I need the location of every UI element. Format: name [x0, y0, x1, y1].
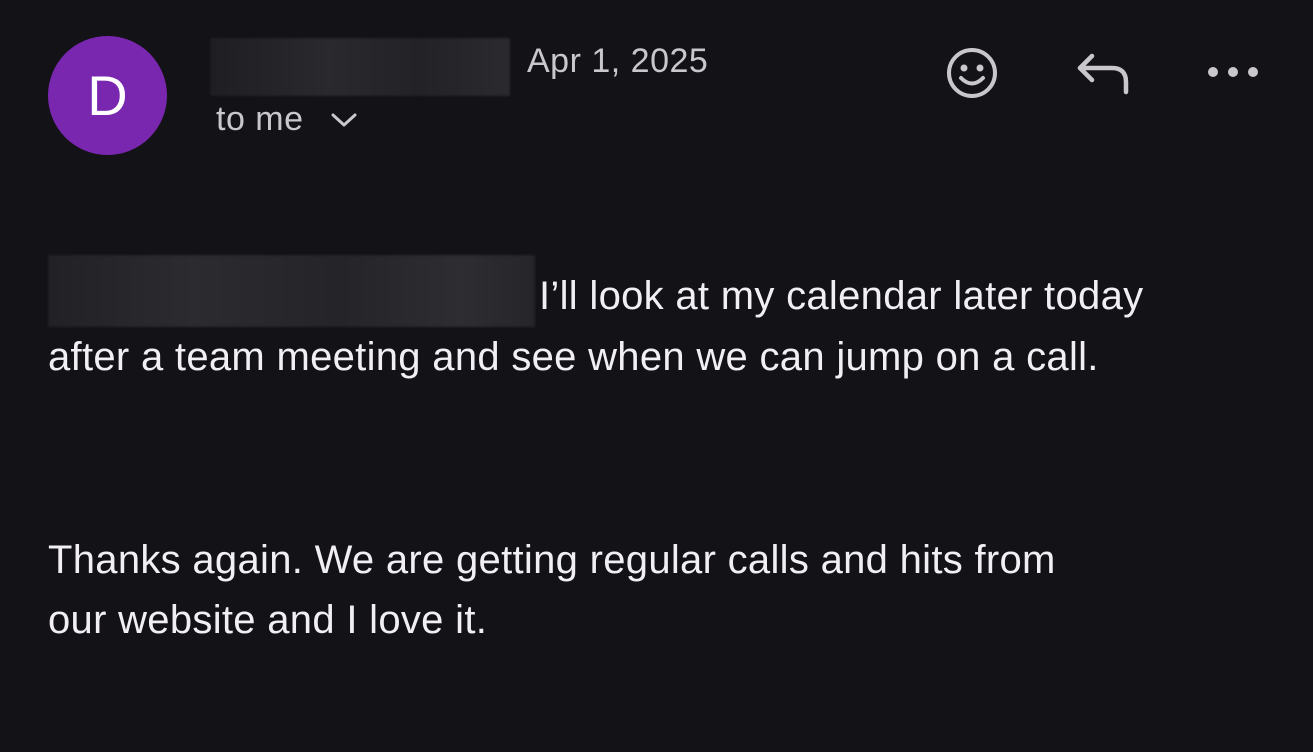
avatar[interactable]: D [48, 36, 167, 155]
message-line: I’ll look at my calendar later today [48, 255, 1143, 327]
message-date: Apr 1, 2025 [527, 42, 709, 80]
avatar-letter: D [87, 63, 128, 127]
message-paragraph: I’ll look at my calendar later today aft… [48, 255, 1143, 387]
add-reaction-button[interactable] [942, 43, 1002, 103]
message-line-text: I’ll look at my calendar later today [539, 274, 1144, 318]
message-paragraph: Thanks again. We are getting regular cal… [48, 530, 1056, 650]
recipient-label: to me [216, 100, 304, 138]
redacted-text [48, 255, 535, 327]
emoji-icon [947, 48, 997, 98]
sender-name-redacted[interactable] [210, 38, 510, 96]
reply-button[interactable] [1070, 43, 1136, 103]
more-options-button[interactable] [1203, 50, 1263, 94]
recipient-details-toggle[interactable]: to me [216, 100, 358, 139]
more-horizontal-icon [1208, 67, 1258, 77]
message-line: after a team meeting and see when we can… [48, 335, 1099, 379]
message-line: Thanks again. We are getting regular cal… [48, 538, 1056, 582]
message-line: our website and I love it. [48, 598, 488, 642]
chevron-down-icon[interactable] [330, 106, 358, 134]
reply-icon [1077, 53, 1129, 95]
email-message-view: D Apr 1, 2025 to me I’ll look at my cale… [0, 0, 1313, 752]
